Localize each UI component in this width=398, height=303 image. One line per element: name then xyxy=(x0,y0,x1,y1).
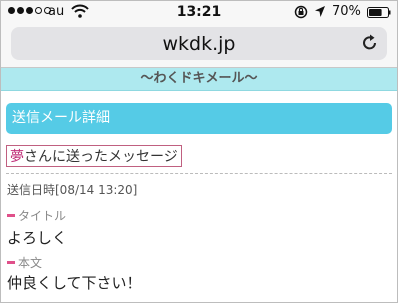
label-marker xyxy=(7,261,15,264)
body-label: 本文 xyxy=(7,254,42,271)
address-bar[interactable]: wkdk.jp xyxy=(11,27,387,60)
status-bar: au 13:21 70% xyxy=(1,1,397,23)
orientation-lock-icon xyxy=(294,5,308,19)
title-value: よろしく xyxy=(7,229,68,247)
url-text[interactable]: wkdk.jp xyxy=(11,33,387,55)
body-value: 仲良くして下さい！ xyxy=(7,274,142,292)
title-label-text: タイトル xyxy=(18,209,67,223)
browser-toolbar: wkdk.jp xyxy=(1,23,397,68)
message-heading: 夢さんに送ったメッセージ xyxy=(6,145,182,167)
battery-icon xyxy=(367,7,391,18)
recipient-name-link[interactable]: 夢 xyxy=(10,149,24,165)
site-header: 〜わくドキメール〜 xyxy=(1,68,397,91)
reload-icon[interactable] xyxy=(361,34,379,52)
phone-screen: au 13:21 70% wkdk.jp 〜わくドキメール〜 送信メール詳細 夢… xyxy=(0,0,398,303)
battery-percentage: 70% xyxy=(332,4,361,19)
location-arrow-icon xyxy=(315,6,325,17)
sent-datetime: 送信日時[08/14 13:20] xyxy=(7,183,138,197)
section-title: 送信メール詳細 xyxy=(6,103,392,134)
divider xyxy=(6,173,392,174)
label-marker xyxy=(7,214,15,217)
message-heading-text: さんに送ったメッセージ xyxy=(24,149,178,165)
body-label-text: 本文 xyxy=(18,256,43,270)
title-label: タイトル xyxy=(7,207,66,224)
